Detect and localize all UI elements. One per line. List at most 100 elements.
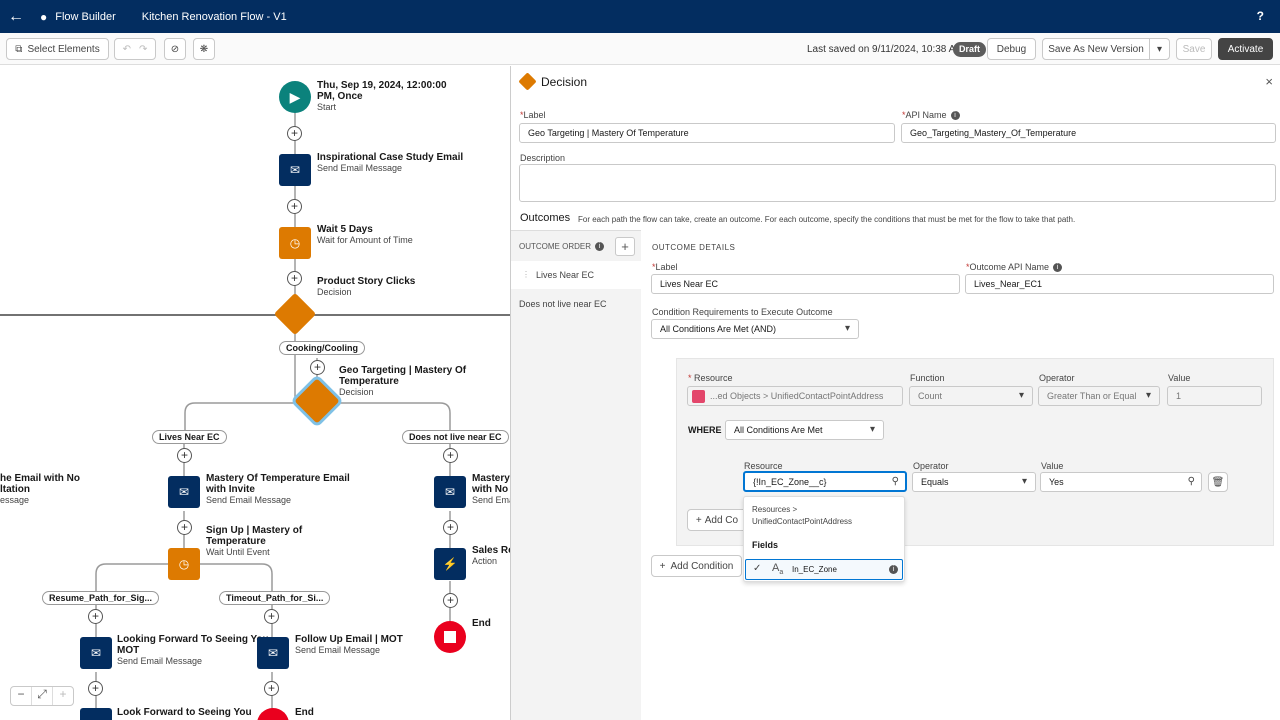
path-label: Resume_Path_for_Sig... — [42, 591, 160, 605]
add-element-button[interactable]: + — [443, 593, 458, 608]
start-node-icon[interactable]: ▶ — [279, 81, 311, 113]
description-textarea[interactable] — [519, 164, 1276, 202]
wait-node-label: Wait 5 Days Wait for Amount of Time — [317, 224, 413, 245]
email-icon[interactable]: ✉ — [80, 637, 112, 669]
email-icon[interactable]: ✉ — [257, 637, 289, 669]
sub-resource-input[interactable]: {!In_EC_Zone__c} ⚲ — [743, 471, 907, 492]
outcome-label-input[interactable]: Lives Near EC — [651, 274, 960, 294]
dropdown-option[interactable]: ✓ Aa In_EC_Zone i — [745, 559, 903, 580]
add-element-button[interactable]: + — [287, 126, 302, 141]
value-field-label: Value — [1168, 373, 1191, 383]
zoom-controls: − ⤢ + — [10, 686, 74, 706]
checkmark-icon: ✓ — [753, 563, 762, 574]
add-condition-button[interactable]: + Add Condition — [651, 555, 742, 577]
branch-label: Cooking/Cooling — [279, 341, 365, 355]
drag-handle-icon[interactable]: ⋮ — [522, 270, 530, 279]
email-icon[interactable] — [80, 708, 112, 720]
branch-label: Lives Near EC — [152, 430, 227, 444]
email-node-label: Follow Up Email | MOT Send Email Message — [295, 634, 403, 655]
outcome-details-title: OUTCOME DETAILS — [652, 243, 736, 252]
add-element-button[interactable]: + — [443, 520, 458, 535]
flow-name: Kitchen Renovation Flow - V1 — [141, 10, 287, 23]
info-icon[interactable]: i — [950, 111, 960, 121]
search-icon[interactable]: ⚲ — [892, 473, 899, 490]
email-icon[interactable]: ✉ — [434, 476, 466, 508]
add-element-button[interactable]: + — [443, 448, 458, 463]
info-icon[interactable]: i — [595, 242, 604, 252]
add-element-button[interactable]: + — [88, 681, 103, 696]
where-select[interactable]: All Conditions Are Met — [725, 420, 884, 440]
object-icon — [692, 390, 705, 403]
function-select[interactable]: Count — [909, 386, 1033, 406]
path-label: Timeout_Path_for_Si... — [219, 591, 331, 605]
add-condition-inner-button[interactable]: + Add Co — [687, 509, 747, 531]
api-name-input[interactable]: Geo_Targeting_Mastery_Of_Temperature — [901, 123, 1276, 143]
outcome-item[interactable]: ⋮ Lives Near EC — [511, 261, 641, 289]
save-as-new-version-button[interactable]: Save As New Version — [1042, 38, 1150, 60]
label-input[interactable]: Geo Targeting | Mastery Of Temperature — [519, 123, 895, 143]
help-icon[interactable]: ? — [1257, 9, 1264, 23]
fit-view-icon[interactable]: ⤢ — [32, 687, 53, 705]
sub-operator-select[interactable]: Equals — [912, 472, 1036, 492]
condition-requirements-label: Condition Requirements to Execute Outcom… — [652, 307, 833, 317]
outcome-item[interactable]: Does not live near EC — [519, 299, 607, 309]
end-node-icon[interactable] — [434, 621, 466, 653]
lightning-icon[interactable]: ⚡ — [434, 548, 466, 580]
end-node-label: End — [472, 618, 491, 629]
outcome-api-input[interactable]: Lives_Near_EC1 — [965, 274, 1274, 294]
condition-requirements-select[interactable]: All Conditions Are Met (AND) — [651, 319, 859, 339]
select-elements-label: Select Elements — [27, 43, 100, 55]
add-element-button[interactable]: + — [287, 199, 302, 214]
save-button[interactable]: Save — [1176, 38, 1212, 60]
add-element-button[interactable]: + — [88, 609, 103, 624]
resource-input[interactable]: ...ed Objects > UnifiedContactPointAddre… — [687, 386, 903, 406]
outcome-label-field-label: *Label — [652, 262, 678, 272]
activate-button[interactable]: Activate — [1218, 38, 1273, 60]
add-element-button[interactable]: + — [264, 681, 279, 696]
add-element-button[interactable]: + — [177, 520, 192, 535]
email-icon[interactable]: ✉ — [279, 154, 311, 186]
select-elements-button[interactable]: ⧉ Select Elements — [6, 38, 109, 60]
sub-operator-label: Operator — [913, 461, 949, 471]
resource-dropdown: Resources > UnifiedContactPointAddress Fi… — [743, 496, 905, 582]
add-element-button[interactable]: + — [287, 271, 302, 286]
decision-node-label: Geo Targeting | Mastery Of Temperature De… — [339, 365, 467, 397]
trash-icon[interactable]: 🗑 — [1208, 472, 1228, 492]
plus-icon: + — [695, 514, 702, 526]
value-input[interactable]: 1 — [1167, 386, 1262, 406]
where-label: WHERE — [688, 425, 722, 435]
undo-redo-group: ↶ ↷ — [114, 38, 156, 60]
info-icon[interactable]: i — [889, 565, 898, 574]
close-icon[interactable]: × — [1265, 74, 1273, 89]
debug-button[interactable]: Debug — [987, 38, 1036, 60]
api-name-field-label: *API Name i — [902, 110, 960, 121]
search-icon[interactable]: ⚲ — [1188, 473, 1195, 491]
flow-canvas[interactable]: ▶ Thu, Sep 19, 2024, 12:00:00 PM, Once St… — [0, 66, 510, 720]
clock-icon[interactable]: ◷ — [279, 227, 311, 259]
sub-value-input[interactable]: Yes ⚲ — [1040, 472, 1202, 492]
cancel-icon[interactable]: ⊘ — [164, 38, 186, 60]
redo-icon[interactable]: ↷ — [139, 44, 147, 55]
dropdown-option-label: In_EC_Zone — [792, 565, 837, 574]
dropdown-breadcrumb[interactable]: Resources > UnifiedContactPointAddress — [752, 504, 852, 528]
back-arrow-icon[interactable]: ← — [4, 8, 28, 26]
action-node-label: Sales RepAction — [472, 545, 510, 566]
email-icon[interactable]: ✉ — [168, 476, 200, 508]
info-icon[interactable]: i — [1053, 263, 1063, 273]
settings-icon[interactable]: ❋ — [193, 38, 215, 60]
add-element-button[interactable]: + — [310, 360, 325, 375]
operator-select[interactable]: Greater Than or Equal — [1038, 386, 1160, 406]
undo-icon[interactable]: ↶ — [123, 44, 131, 55]
operator-field-label: Operator — [1039, 373, 1075, 383]
chevron-down-icon[interactable]: ▾ — [1149, 38, 1170, 60]
description-label: Description — [520, 153, 566, 163]
zoom-out-icon[interactable]: − — [11, 687, 32, 705]
zoom-in-icon[interactable]: + — [53, 687, 73, 705]
add-outcome-button[interactable]: + — [615, 237, 635, 256]
email-node-label: Inspirational Case Study Email Send Email… — [317, 152, 464, 173]
clock-icon[interactable]: ◷ — [168, 548, 200, 580]
location-pin-icon: ● — [40, 9, 48, 24]
add-element-button[interactable]: + — [177, 448, 192, 463]
add-element-button[interactable]: + — [264, 609, 279, 624]
decision-panel: Decision × *Label Geo Targeting | Master… — [510, 66, 1280, 720]
